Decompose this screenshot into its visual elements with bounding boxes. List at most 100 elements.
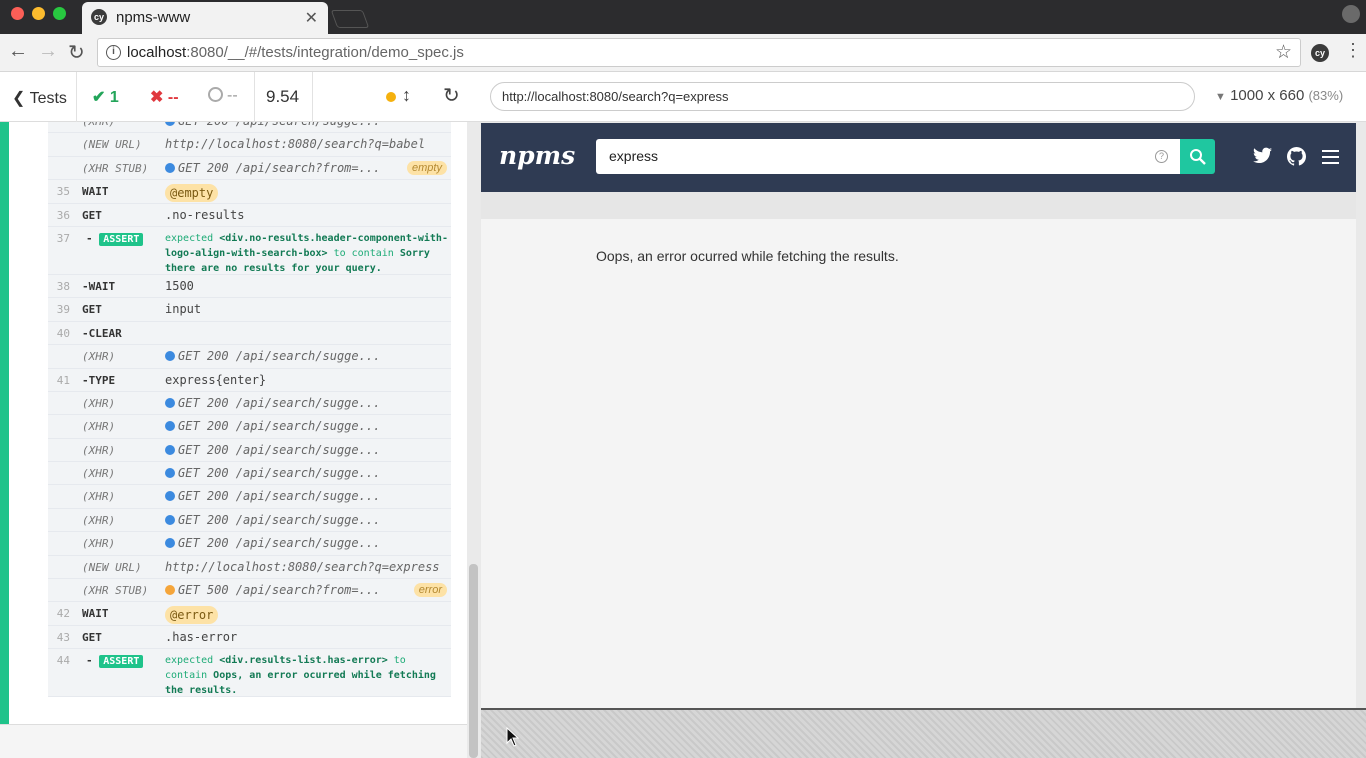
status-dot-icon (165, 468, 175, 479)
address-bar[interactable]: i localhost:8080/__/#/tests/integration/… (97, 38, 1301, 67)
runner-header: ❮ Tests ✔ 1 ✖ -- -- 9.54 ↕ ↻ http://loca… (0, 72, 1366, 122)
auto-scroll-icon[interactable]: ↕ (402, 85, 411, 106)
command-name: (XHR) (82, 467, 116, 481)
test-pass-indicator (0, 122, 9, 724)
command-row[interactable]: 36 GET .no-results (48, 203, 451, 227)
search-input-value: express (609, 148, 659, 164)
command-name: (XHR) (82, 122, 115, 128)
zoom-window-button[interactable] (53, 7, 66, 20)
command-row[interactable]: (NEW URL) http://localhost:8080/search?q=… (48, 133, 451, 157)
command-row[interactable]: (XHR) GET 200 /api/search/sugge... (48, 462, 451, 486)
assert-label: ASSERT (99, 232, 144, 246)
command-name: (XHR) (82, 443, 116, 457)
command-number: 38 (56, 279, 70, 293)
more-menu-icon[interactable]: ⋮ (1344, 40, 1362, 61)
divider (254, 72, 255, 122)
command-name: WAIT (82, 607, 109, 621)
results-subheader (481, 192, 1356, 219)
new-tab-button[interactable] (330, 10, 370, 28)
command-message: GET 200 /api/search/sugge... (165, 396, 380, 410)
search-button[interactable] (1180, 139, 1215, 174)
aut-url-bar[interactable]: http://localhost:8080/search?q=express (490, 82, 1195, 111)
command-name: (XHR) (82, 537, 116, 551)
status-dot-icon (165, 538, 175, 549)
command-row[interactable]: (XHR) GET 200 /api/search/sugge... (48, 508, 451, 533)
command-row[interactable]: (XHR) GET 200 /api/search/sugge... (48, 415, 451, 439)
browser-tab[interactable]: cy npms-www ✕ (82, 2, 328, 34)
tests-button[interactable]: ❮ Tests (12, 88, 67, 108)
command-name: (XHR) (82, 490, 116, 504)
twitter-icon[interactable] (1253, 147, 1272, 164)
command-row[interactable]: (XHR STUB) GET 500 /api/search?from=... er… (48, 579, 451, 603)
minimize-window-button[interactable] (32, 7, 45, 20)
command-row[interactable]: 40 -CLEAR (48, 321, 451, 346)
command-message: .has-error (165, 629, 238, 644)
command-row[interactable]: 38 -WAIT 1500 (48, 274, 451, 299)
browser-toolbar: ← → ↻ i localhost:8080/__/#/tests/integr… (0, 34, 1366, 72)
command-row[interactable]: (XHR) GET 200 /api/search/sugge... (48, 122, 451, 134)
arrow-left-icon[interactable]: ← (8, 40, 28, 63)
alias-tag: error (413, 583, 447, 598)
command-row[interactable]: 44 - ASSERT expected <div.results-list.has… (48, 649, 451, 698)
command-row[interactable]: (XHR) GET 200 /api/search/sugge... (48, 438, 451, 463)
viewport-info[interactable]: ▼ 1000 x 660 (83%) (1215, 87, 1343, 104)
alias-badge: @empty (165, 184, 219, 203)
close-tab-icon[interactable]: ✕ (305, 8, 318, 28)
assert-message: expected <div.no-results.header-componen… (165, 232, 448, 274)
status-dot-icon (165, 162, 175, 173)
cypress-extension-icon[interactable]: cy (1311, 44, 1329, 62)
github-icon[interactable] (1287, 147, 1306, 166)
command-row[interactable]: 42 WAIT @error (48, 602, 451, 626)
npms-logo[interactable]: npms (499, 141, 575, 170)
command-name: (XHR STUB) (82, 584, 149, 598)
status-dot-icon (165, 444, 175, 455)
command-number: 43 (56, 630, 70, 644)
command-row[interactable]: (XHR) GET 200 /api/search/sugge... (48, 485, 451, 509)
pending-count: -- (208, 87, 238, 105)
search-icon (1190, 149, 1206, 165)
alias-tag: empty (407, 160, 447, 175)
command-row[interactable]: (XHR) GET 200 /api/search/sugge... (48, 345, 451, 369)
command-number: 40 (56, 326, 70, 340)
x-icon: ✖ (150, 89, 164, 106)
info-icon[interactable]: i (106, 45, 121, 60)
close-window-button[interactable] (11, 7, 24, 20)
chevron-left-icon: ❮ (12, 90, 26, 107)
command-name: (XHR) (82, 350, 116, 364)
command-row[interactable]: 37 - ASSERT expected <div.no-results.heade… (48, 226, 451, 275)
help-icon[interactable]: ? (1155, 150, 1168, 163)
check-icon: ✔ (92, 89, 106, 106)
command-row[interactable]: (NEW URL) http://localhost:8080/search?q=… (48, 555, 451, 580)
running-status-icon (386, 92, 396, 102)
scroll-thumb[interactable] (469, 564, 478, 758)
command-message: GET 200 /api/search/sugge... (165, 513, 380, 527)
command-row[interactable]: 43 GET .has-error (48, 625, 451, 650)
command-message: GET 200 /api/search/sugge... (165, 419, 380, 433)
status-dot-icon (165, 397, 175, 408)
command-row[interactable]: (XHR) GET 200 /api/search/sugge... (48, 391, 451, 416)
command-name: (NEW URL) (82, 560, 142, 574)
reload-icon[interactable]: ↻ (68, 40, 85, 65)
log-scrollbar[interactable] (467, 122, 480, 758)
command-message: GET 200 /api/search?from=... (165, 161, 380, 175)
command-row[interactable]: (XHR) GET 200 /api/search/sugge... (48, 532, 451, 556)
command-row[interactable]: 35 WAIT @empty (48, 180, 451, 204)
command-name: (XHR STUB) (82, 161, 149, 175)
command-message: GET 200 /api/search/sugge... (165, 466, 380, 480)
search-input[interactable]: express ? (596, 139, 1180, 174)
command-row[interactable]: (XHR STUB) GET 200 /api/search?from=... em… (48, 156, 451, 181)
command-message: GET 200 /api/search/sugge... (165, 122, 380, 128)
command-row[interactable]: 39 GET input (48, 298, 451, 322)
profile-icon[interactable] (1342, 5, 1360, 23)
star-icon[interactable]: ☆ (1275, 41, 1292, 64)
command-message: GET 200 /api/search/sugge... (165, 443, 380, 457)
passed-count: ✔ 1 (92, 89, 119, 106)
command-number: 41 (56, 373, 70, 387)
command-message: GET 200 /api/search/sugge... (165, 536, 380, 550)
command-name: GET (82, 303, 102, 317)
command-number: 37 (56, 231, 70, 245)
arrow-right-icon[interactable]: → (38, 40, 58, 63)
command-row[interactable]: 41 -TYPE express{enter} (48, 368, 451, 392)
rerun-icon[interactable]: ↻ (443, 83, 460, 108)
hamburger-icon[interactable] (1322, 150, 1339, 164)
